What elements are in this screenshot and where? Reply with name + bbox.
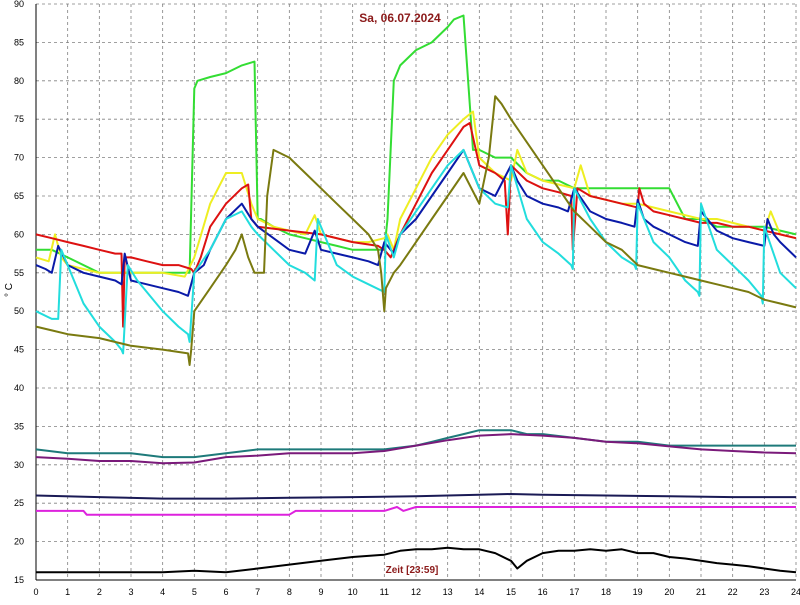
- x-tick-label: 3: [128, 587, 133, 597]
- y-tick-label: 90: [14, 0, 24, 9]
- x-tick-label: 24: [791, 587, 800, 597]
- x-tick-label: 10: [348, 587, 358, 597]
- y-tick-label: 50: [14, 306, 24, 316]
- x-tick-label: 0: [33, 587, 38, 597]
- y-tick-label: 85: [14, 37, 24, 47]
- y-tick-label: 70: [14, 153, 24, 163]
- y-tick-label: 55: [14, 268, 24, 278]
- x-tick-label: 6: [223, 587, 228, 597]
- y-tick-label: 25: [14, 498, 24, 508]
- x-tick-label: 1: [65, 587, 70, 597]
- x-tick-label: 21: [696, 587, 706, 597]
- x-tick-label: 4: [160, 587, 165, 597]
- chart-area: 0 1 2 3 4 5 6 7 8 9 10 11 12 13 14 15 16 17 18 19 20 21 22 23 24…: [0, 0, 800, 600]
- x-tick-label: 19: [633, 587, 643, 597]
- x-tick-label: 22: [728, 587, 738, 597]
- x-axis-label: Zeit [23:59]: [386, 565, 439, 576]
- y-tick-label: 75: [14, 114, 24, 124]
- x-tick-label: 11: [380, 587, 389, 597]
- x-tick-label: 8: [287, 587, 292, 597]
- y-tick-label: 30: [14, 460, 24, 470]
- y-tick-label: 65: [14, 191, 24, 201]
- chart-title: Sa, 06.07.2024: [359, 11, 441, 25]
- y-tick-label: 45: [14, 345, 24, 355]
- y-axis-label: ° C: [4, 283, 15, 297]
- y-tick-label: 40: [14, 383, 24, 393]
- line-chart: 0 1 2 3 4 5 6 7 8 9 10 11 12 13 14 15 16 17 18 19 20 21 22 23 24…: [0, 0, 800, 600]
- y-tick-label: 35: [14, 421, 24, 431]
- x-tick-label: 5: [192, 587, 197, 597]
- x-tick-label: 9: [318, 587, 323, 597]
- x-tick-label: 7: [255, 587, 260, 597]
- y-tick-label: 80: [14, 76, 24, 86]
- y-tick-label: 20: [14, 537, 24, 547]
- x-tick-label: 2: [97, 587, 102, 597]
- y-tick-label: 60: [14, 229, 24, 239]
- x-tick-label: 15: [506, 587, 516, 597]
- y-tick-label: 15: [14, 575, 24, 585]
- x-tick-label: 20: [664, 587, 674, 597]
- x-tick-label: 23: [759, 587, 769, 597]
- x-tick-label: 17: [569, 587, 579, 597]
- x-tick-label: 13: [443, 587, 453, 597]
- x-tick-label: 18: [601, 587, 611, 597]
- x-tick-label: 12: [411, 587, 421, 597]
- x-tick-label: 14: [474, 587, 484, 597]
- x-tick-label: 16: [538, 587, 548, 597]
